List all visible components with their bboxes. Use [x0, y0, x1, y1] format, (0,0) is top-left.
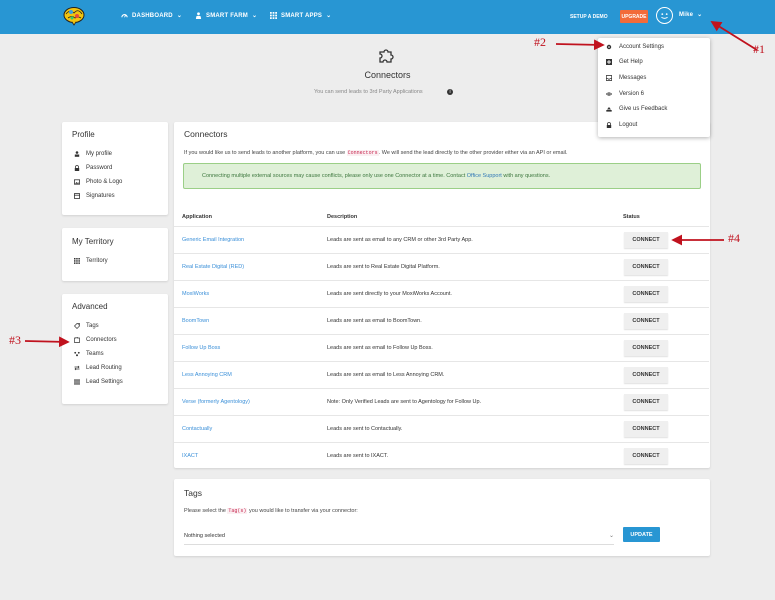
annotation-arrow-1 — [710, 21, 758, 51]
annotation-arrow-2 — [555, 39, 605, 51]
annotation-arrows — [24, 21, 758, 348]
annotation-arrow-3 — [24, 336, 70, 348]
